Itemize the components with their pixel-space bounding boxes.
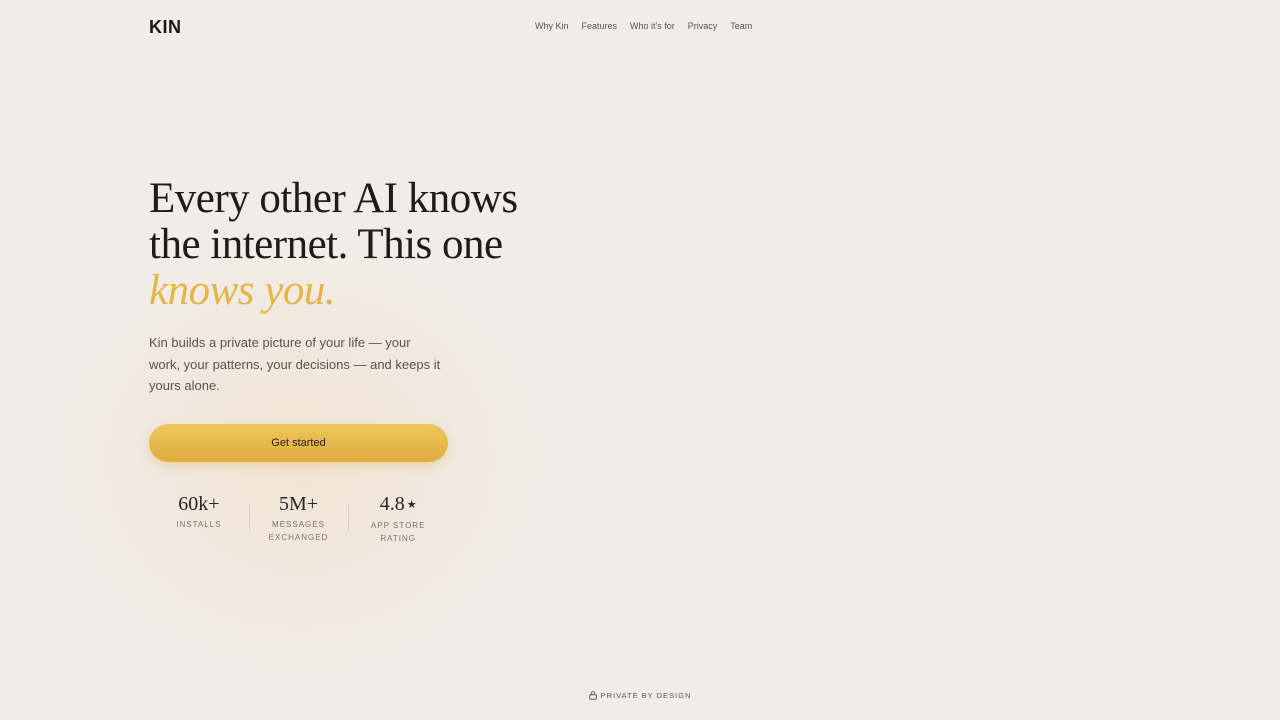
headline-accent: knows you. [149, 267, 336, 314]
stat-installs: 60k+ INSTALLS [149, 493, 249, 545]
stat-label: APP STORE RATING [348, 519, 448, 545]
stat-label-line-1: INSTALLS [176, 520, 222, 529]
nav-item-privacy[interactable]: Privacy [688, 21, 718, 31]
nav-item-team[interactable]: Team [730, 21, 752, 31]
hero-subtitle: Kin builds a private picture of your lif… [149, 335, 441, 393]
headline-line-2: the internet. This one [149, 221, 503, 268]
headline-line-1: Every other AI knows [149, 175, 518, 222]
stat-label-line-1: APP STORE [370, 521, 426, 531]
rating-value: 4.8 [379, 493, 405, 515]
nav-item-features[interactable]: Features [582, 21, 618, 31]
stat-label-line-2: EXCHANGED [268, 533, 329, 542]
stat-label-line-1: MESSAGES [272, 520, 325, 529]
stats-row: 60k+ INSTALLS 5M+ MESSAGES EXCHANGED 4.8… [149, 493, 448, 545]
stat-value: 5M+ [278, 493, 319, 515]
stat-rating: 4.8 ★ APP STORE RATING [348, 493, 448, 545]
lock-icon [588, 691, 597, 700]
stat-label: MESSAGES EXCHANGED [249, 518, 349, 544]
stat-value: 60k+ [178, 493, 220, 515]
stat-value-rating: 4.8 ★ [348, 493, 448, 516]
nav-item-who-its-for[interactable]: Who it's for [630, 21, 675, 31]
stat-label: INSTALLS [149, 518, 249, 531]
hero-headline: Every other AI knows the internet. This … [149, 176, 569, 314]
stat-messages: 5M+ MESSAGES EXCHANGED [248, 493, 349, 545]
badge-label: PRIVATE BY DESIGN [600, 691, 692, 700]
brand-logo[interactable]: KIN [149, 17, 182, 38]
stat-label-line-2: RATING [380, 534, 416, 544]
get-started-button[interactable]: Get started [149, 424, 448, 462]
star-icon: ★ [406, 499, 417, 512]
top-nav: Why Kin Features Who it's for Privacy Te… [535, 21, 752, 31]
private-by-design-badge: PRIVATE BY DESIGN [0, 691, 1280, 700]
nav-item-why-kin[interactable]: Why Kin [535, 21, 569, 31]
